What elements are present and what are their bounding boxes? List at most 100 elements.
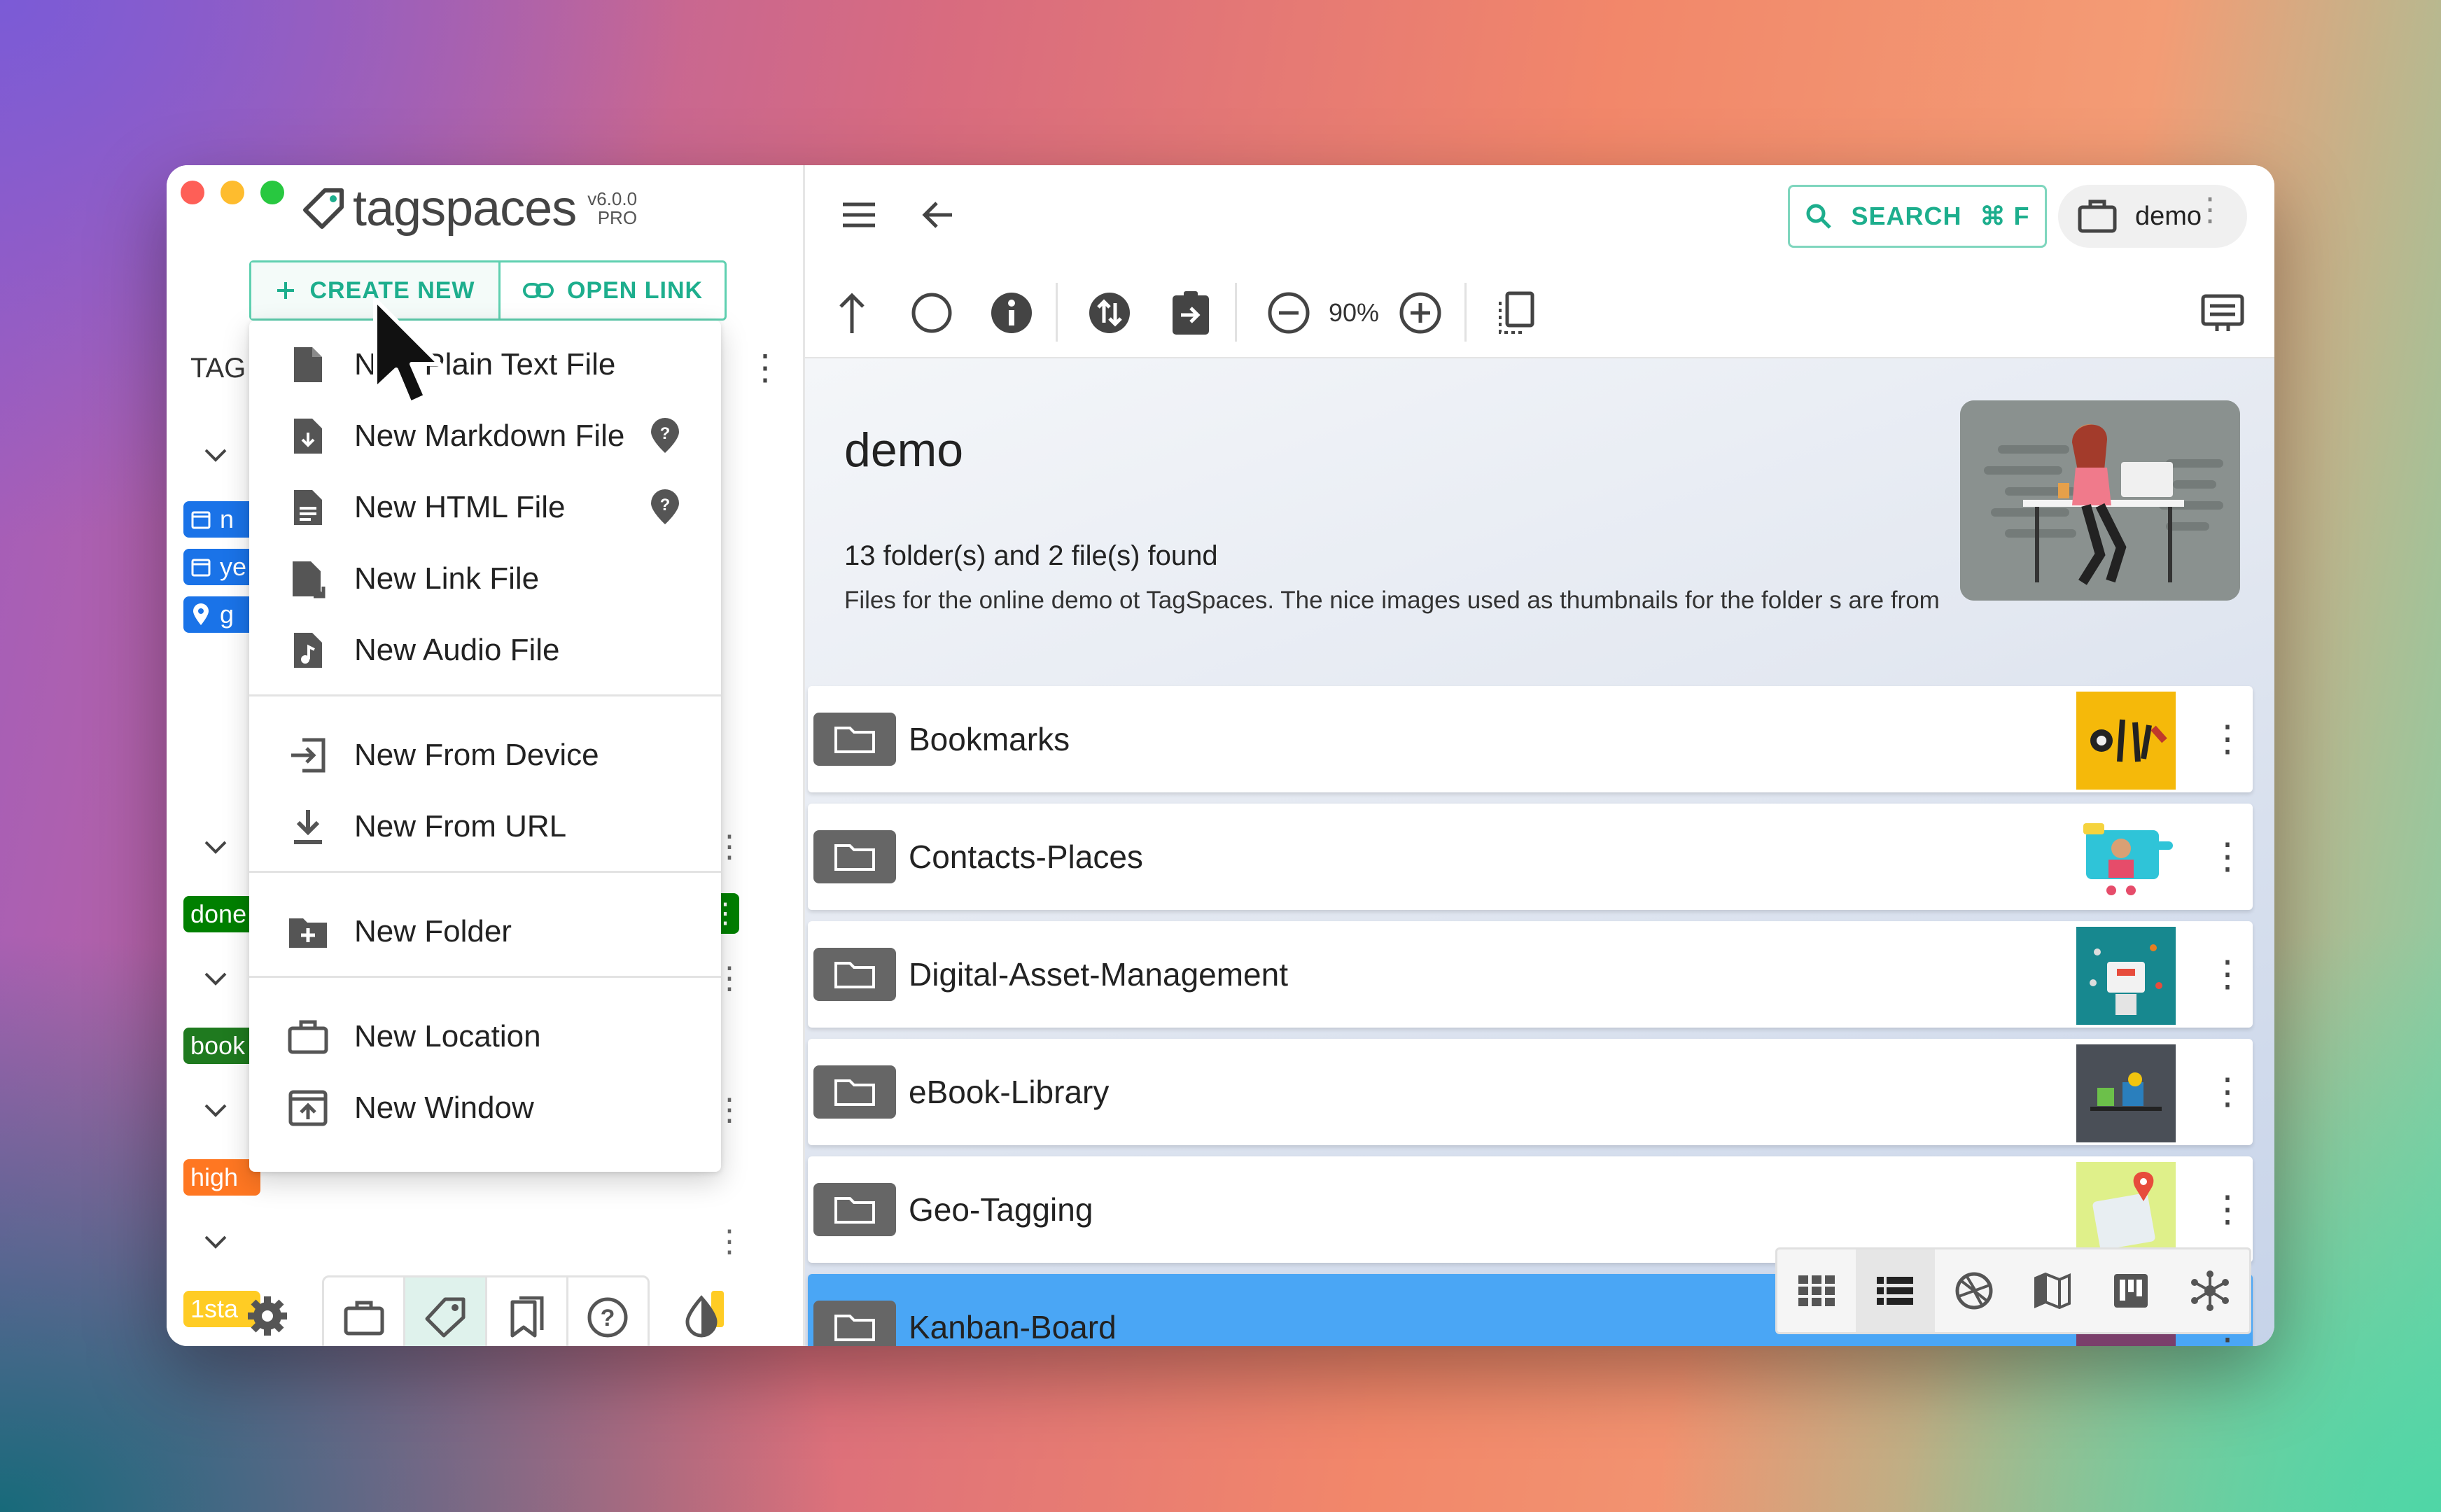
kanban-perspective-button[interactable] bbox=[2092, 1250, 2170, 1332]
menu-item-new-location[interactable]: New Location bbox=[249, 1001, 721, 1072]
import-export-button[interactable] bbox=[1166, 288, 1215, 337]
row-menu-button[interactable]: ⋮ bbox=[2209, 1074, 2246, 1110]
folder-icon bbox=[813, 1183, 896, 1236]
search-label: SEARCH bbox=[1851, 202, 1962, 230]
menu-icon[interactable] bbox=[836, 192, 882, 238]
location-name: demo bbox=[2135, 201, 2202, 231]
search-shortcut: ⌘ F bbox=[1980, 202, 2030, 230]
menu-item-new-plain-text-file[interactable]: New Plain Text File bbox=[249, 329, 721, 400]
briefcase-icon bbox=[2078, 200, 2117, 233]
mindmap-perspective-button[interactable] bbox=[2171, 1250, 2249, 1332]
app-window: tagspaces v6.0.0 PRO CREATE NEW OPEN LIN… bbox=[167, 165, 2274, 1346]
list-icon bbox=[1877, 1277, 1914, 1305]
thumbnail-mode-button[interactable] bbox=[1491, 288, 1540, 337]
zoom-window-button[interactable] bbox=[260, 181, 284, 204]
svg-text:?: ? bbox=[601, 1305, 615, 1331]
settings-gear-icon[interactable] bbox=[244, 1292, 291, 1340]
minimize-window-button[interactable] bbox=[221, 181, 244, 204]
info-icon bbox=[991, 293, 1032, 333]
menu-item-new-audio-file[interactable]: New Audio File bbox=[249, 615, 721, 686]
settings-panel-icon bbox=[2201, 294, 2244, 331]
sort-icon bbox=[1089, 293, 1130, 333]
row-menu-button[interactable]: ⋮ bbox=[2209, 956, 2246, 993]
file-icon bbox=[294, 347, 322, 382]
circle-checkbox-icon bbox=[911, 293, 952, 333]
open-link-button[interactable]: OPEN LINK bbox=[501, 262, 725, 318]
search-icon bbox=[1806, 204, 1832, 229]
chevron-down-icon[interactable] bbox=[200, 832, 231, 862]
folder-name: Geo-Tagging bbox=[909, 1191, 1093, 1228]
folder-row[interactable]: eBook-Library ⋮ bbox=[808, 1039, 2253, 1145]
gallery-perspective-button[interactable] bbox=[1935, 1250, 2013, 1332]
map-perspective-button[interactable] bbox=[2013, 1250, 2092, 1332]
location-menu-icon[interactable]: ⋮ bbox=[2194, 193, 2226, 225]
folder-name: Bookmarks bbox=[909, 721, 1070, 757]
row-menu-button[interactable]: ⋮ bbox=[2209, 721, 2246, 757]
sort-button[interactable] bbox=[1085, 288, 1134, 337]
import-icon bbox=[291, 738, 326, 773]
list-perspective-button[interactable] bbox=[1856, 1250, 1935, 1332]
top-bar: SEARCH ⌘ F demo ⋮ bbox=[805, 165, 2274, 265]
menu-item-new-window[interactable]: New Window bbox=[249, 1072, 721, 1144]
chevron-down-icon[interactable] bbox=[200, 963, 231, 994]
folder-row[interactable]: Digital-Asset-Management ⋮ bbox=[808, 921, 2253, 1028]
pin-icon bbox=[193, 603, 209, 625]
svg-text:?: ? bbox=[660, 424, 671, 443]
grid-perspective-button[interactable] bbox=[1777, 1250, 1856, 1332]
folder-thumbnail bbox=[2076, 927, 2176, 1025]
close-window-button[interactable] bbox=[181, 181, 204, 204]
menu-item-new-markdown-file[interactable]: New Markdown File ? bbox=[249, 400, 721, 472]
main-area: SEARCH ⌘ F demo ⋮ 90% demo 13 folder(s) … bbox=[805, 165, 2274, 1346]
kanban-icon bbox=[2114, 1274, 2148, 1308]
copy-layout-icon bbox=[1499, 291, 1534, 334]
menu-item-new-folder[interactable]: New Folder bbox=[249, 896, 721, 967]
folder-thumbnail bbox=[2076, 1162, 2176, 1260]
folder-name: Kanban-Board bbox=[909, 1309, 1117, 1345]
arrow-up-icon bbox=[839, 293, 865, 333]
calendar-icon bbox=[191, 511, 211, 529]
svg-text:?: ? bbox=[660, 496, 671, 514]
open-link-label: OPEN LINK bbox=[566, 276, 704, 304]
tag-group-menu-button[interactable]: ⋮ bbox=[714, 1226, 745, 1257]
parent-folder-button[interactable] bbox=[827, 288, 876, 337]
briefcase-icon bbox=[344, 1301, 384, 1336]
location-chooser[interactable]: demo ⋮ bbox=[2058, 185, 2247, 248]
bookmarks-tab[interactable] bbox=[487, 1278, 568, 1346]
help-tab[interactable]: ? bbox=[568, 1278, 648, 1346]
folder-row[interactable]: Bookmarks ⋮ bbox=[808, 686, 2253, 792]
folder-thumbnail[interactable] bbox=[1960, 400, 2240, 601]
menu-item-new-from-url[interactable]: New From URL bbox=[249, 791, 721, 862]
folder-icon bbox=[813, 713, 896, 766]
menu-divider bbox=[249, 976, 721, 978]
help-pin-icon[interactable]: ? bbox=[647, 418, 683, 454]
menu-item-new-link-file[interactable]: New Link File bbox=[249, 543, 721, 615]
tag-library-heading: TAG bbox=[190, 353, 246, 384]
row-menu-button[interactable]: ⋮ bbox=[2209, 839, 2246, 875]
help-pin-icon[interactable]: ? bbox=[647, 489, 683, 526]
html-file-icon bbox=[294, 490, 322, 525]
select-all-button[interactable] bbox=[907, 288, 956, 337]
zoom-out-button[interactable] bbox=[1264, 288, 1313, 337]
folder-icon bbox=[813, 1301, 896, 1346]
back-arrow-icon[interactable] bbox=[916, 192, 962, 238]
row-menu-button[interactable]: ⋮ bbox=[2209, 1191, 2246, 1228]
calendar-icon bbox=[191, 559, 211, 577]
theme-toggle-icon[interactable] bbox=[678, 1292, 725, 1340]
perspective-settings-button[interactable] bbox=[2198, 288, 2247, 337]
folder-summary: 13 folder(s) and 2 file(s) found bbox=[844, 540, 1218, 571]
chevron-down-icon[interactable] bbox=[200, 1095, 231, 1126]
tag-library-menu-button[interactable]: ⋮ bbox=[748, 350, 783, 385]
chevron-down-icon[interactable] bbox=[200, 440, 231, 470]
folder-info-button[interactable] bbox=[987, 288, 1036, 337]
search-button[interactable]: SEARCH ⌘ F bbox=[1788, 185, 2047, 248]
create-new-menu: New Plain Text File New Markdown File ? … bbox=[249, 321, 721, 1172]
folder-content: demo 13 folder(s) and 2 file(s) found Fi… bbox=[805, 358, 2274, 1346]
chevron-down-icon[interactable] bbox=[200, 1226, 231, 1257]
menu-item-new-html-file[interactable]: New HTML File ? bbox=[249, 472, 721, 543]
locations-tab[interactable] bbox=[324, 1278, 406, 1346]
folder-row[interactable]: Contacts-Places ⋮ bbox=[808, 804, 2253, 910]
zoom-in-button[interactable] bbox=[1396, 288, 1445, 337]
tag-library-tab[interactable] bbox=[405, 1278, 487, 1346]
zoom-in-icon bbox=[1399, 292, 1441, 334]
menu-item-new-from-device[interactable]: New From Device bbox=[249, 720, 721, 791]
